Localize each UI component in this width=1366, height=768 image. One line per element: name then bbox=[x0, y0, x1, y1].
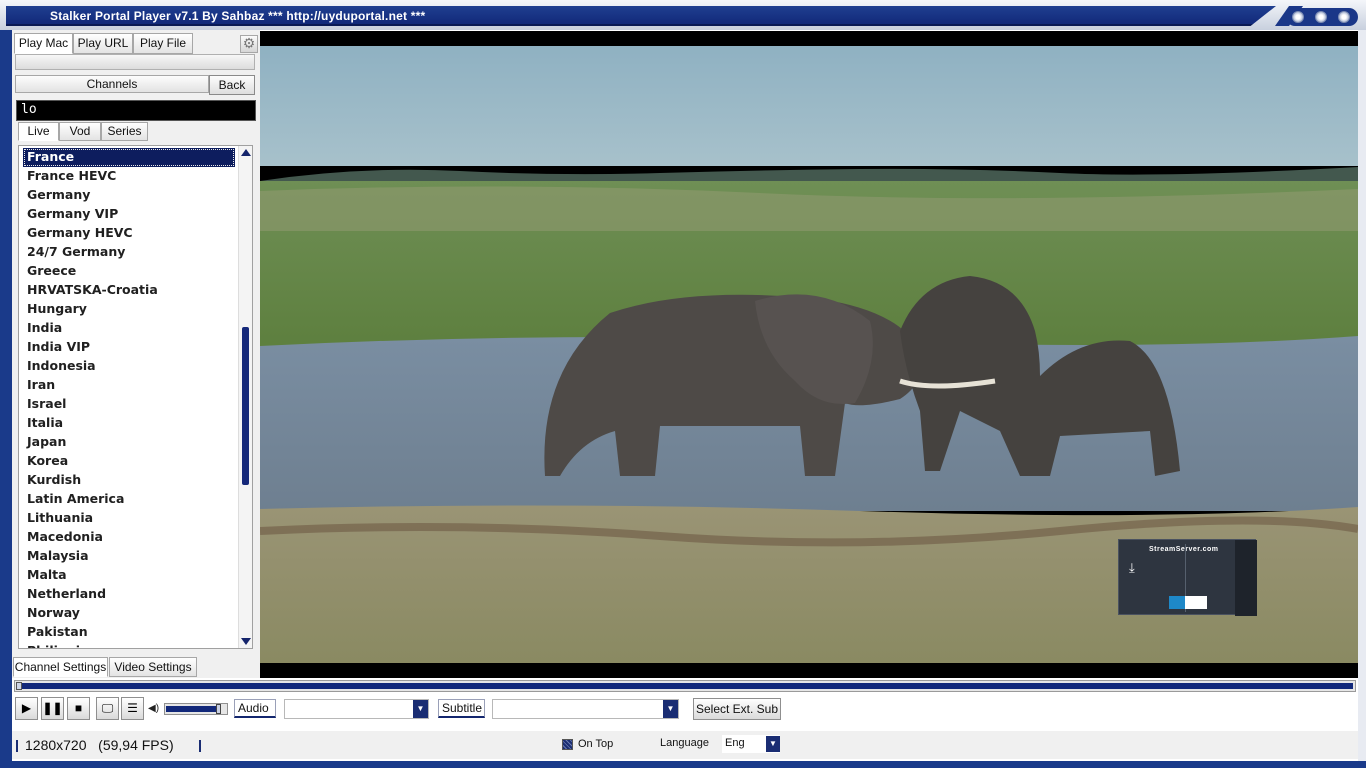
language-value: Eng bbox=[725, 737, 745, 749]
watermark-title: StreamServer.com bbox=[1149, 546, 1219, 553]
maximize-button[interactable] bbox=[1315, 11, 1327, 23]
channel-item[interactable]: Kurdish bbox=[23, 471, 235, 490]
resolution-text: 1280x720 (59,94 FPS) bbox=[25, 737, 174, 753]
channel-item[interactable]: India VIP bbox=[23, 338, 235, 357]
tab-play-file[interactable]: Play File bbox=[133, 33, 193, 54]
window-title: Stalker Portal Player v7.1 By Sahbaz ***… bbox=[50, 9, 426, 23]
settings-tabs: Channel Settings Video Settings bbox=[12, 657, 260, 678]
window-frame-right bbox=[1358, 30, 1366, 768]
window-frame-left bbox=[0, 30, 12, 768]
fullscreen-button[interactable]: 🖵 bbox=[96, 697, 119, 720]
channel-item[interactable]: India bbox=[23, 319, 235, 338]
channel-item[interactable]: France HEVC bbox=[23, 167, 235, 186]
search-input[interactable]: lo bbox=[16, 100, 256, 121]
tab-channel-settings[interactable]: Channel Settings bbox=[13, 657, 108, 677]
monitor-icon: 🖵 bbox=[101, 701, 114, 715]
audio-select[interactable]: ▼ bbox=[284, 699, 429, 719]
channel-item[interactable]: HRVATSKA-Croatia bbox=[23, 281, 235, 300]
chevron-down-icon[interactable]: ▼ bbox=[663, 700, 678, 718]
pause-button[interactable]: ❚❚ bbox=[41, 697, 64, 720]
channel-item[interactable]: Malta bbox=[23, 566, 235, 585]
scrollbar-thumb[interactable] bbox=[242, 327, 249, 485]
channel-item[interactable]: Germany VIP bbox=[23, 205, 235, 224]
tab-vod[interactable]: Vod bbox=[59, 122, 101, 141]
channel-item[interactable]: Israel bbox=[23, 395, 235, 414]
back-button[interactable]: Back bbox=[209, 75, 255, 95]
channel-item[interactable]: 24/7 Germany bbox=[23, 243, 235, 262]
channel-item[interactable]: Netherland bbox=[23, 585, 235, 604]
status-separator bbox=[199, 740, 201, 752]
channel-item[interactable]: Lithuania bbox=[23, 509, 235, 528]
watermark-overlay: StreamServer.com ⤓ bbox=[1118, 539, 1257, 616]
watermark-badge bbox=[1169, 596, 1207, 609]
language-label: Language bbox=[660, 737, 709, 749]
status-separator bbox=[16, 740, 18, 752]
video-player[interactable]: StreamServer.com ⤓ bbox=[260, 31, 1358, 678]
channel-item[interactable]: Germany bbox=[23, 186, 235, 205]
channel-item[interactable]: Indonesia bbox=[23, 357, 235, 376]
channel-item[interactable]: Philippines bbox=[23, 642, 235, 648]
channel-item[interactable]: Korea bbox=[23, 452, 235, 471]
title-bar[interactable]: Stalker Portal Player v7.1 By Sahbaz ***… bbox=[0, 0, 1366, 30]
window-controls bbox=[1286, 8, 1358, 26]
channel-item[interactable]: Macedonia bbox=[23, 528, 235, 547]
channel-item[interactable]: Greece bbox=[23, 262, 235, 281]
left-panel: Play Mac Play URL Play File ⚙ Channels B… bbox=[12, 30, 260, 678]
channel-item[interactable]: Malaysia bbox=[23, 547, 235, 566]
channel-item[interactable]: Iran bbox=[23, 376, 235, 395]
channel-item[interactable]: Hungary bbox=[23, 300, 235, 319]
play-icon: ▶ bbox=[21, 701, 32, 715]
channel-item[interactable]: France bbox=[23, 148, 235, 167]
channel-item[interactable]: Pakistan bbox=[23, 623, 235, 642]
channel-list[interactable]: France France HEVC Germany Germany VIP Germa… bbox=[19, 146, 237, 648]
select-ext-sub-button[interactable]: Select Ext. Sub bbox=[693, 698, 781, 720]
tab-video-settings[interactable]: Video Settings bbox=[109, 657, 197, 677]
scroll-down-icon[interactable] bbox=[241, 638, 251, 645]
volume-fill bbox=[166, 706, 221, 712]
stop-button[interactable]: ■ bbox=[67, 697, 90, 720]
portal-url-bar[interactable] bbox=[15, 54, 255, 70]
chevron-down-icon[interactable]: ▼ bbox=[413, 700, 428, 718]
play-button[interactable]: ▶ bbox=[15, 697, 38, 720]
channel-item[interactable]: Italia bbox=[23, 414, 235, 433]
channel-item[interactable]: Germany HEVC bbox=[23, 224, 235, 243]
volume-slider[interactable] bbox=[164, 703, 228, 715]
language-select[interactable]: Eng ▼ bbox=[722, 735, 780, 753]
tab-play-mac[interactable]: Play Mac bbox=[14, 33, 73, 54]
gear-icon[interactable]: ⚙ bbox=[240, 35, 258, 53]
status-bar: 1280x720 (59,94 FPS) On Top Language Eng… bbox=[12, 731, 1358, 759]
seek-handle[interactable] bbox=[16, 682, 22, 690]
tab-play-url[interactable]: Play URL bbox=[73, 33, 133, 54]
tab-live[interactable]: Live bbox=[18, 122, 59, 141]
speaker-icon[interactable]: ◀) bbox=[148, 703, 159, 714]
minimize-button[interactable] bbox=[1292, 11, 1304, 23]
volume-handle[interactable] bbox=[216, 704, 221, 714]
close-button[interactable] bbox=[1338, 11, 1350, 23]
tab-series[interactable]: Series bbox=[101, 122, 148, 141]
channels-button[interactable]: Channels bbox=[15, 75, 209, 93]
on-top-checkbox[interactable] bbox=[562, 739, 573, 750]
download-icon: ⤓ bbox=[1129, 560, 1135, 575]
seek-bar[interactable] bbox=[14, 680, 1356, 692]
channel-item[interactable]: Latin America bbox=[23, 490, 235, 509]
playlist-button[interactable]: ☰ bbox=[121, 697, 144, 720]
stop-icon: ■ bbox=[74, 701, 83, 715]
list-scrollbar[interactable] bbox=[238, 146, 252, 648]
on-top-label: On Top bbox=[578, 738, 614, 750]
pause-icon: ❚❚ bbox=[42, 701, 63, 715]
channel-item[interactable]: Norway bbox=[23, 604, 235, 623]
window-frame-bottom bbox=[0, 761, 1366, 768]
seek-track bbox=[17, 683, 1353, 689]
subtitle-select[interactable]: ▼ bbox=[492, 699, 679, 719]
scroll-up-icon[interactable] bbox=[241, 149, 251, 156]
chevron-down-icon[interactable]: ▼ bbox=[766, 736, 780, 752]
list-icon: ☰ bbox=[127, 701, 138, 715]
watermark-sidebar bbox=[1235, 540, 1257, 616]
channel-item[interactable]: Japan bbox=[23, 433, 235, 452]
subtitle-label: Subtitle bbox=[438, 699, 485, 718]
audio-label: Audio bbox=[234, 699, 276, 718]
channel-list-panel: France France HEVC Germany Germany VIP Germa… bbox=[18, 145, 253, 649]
